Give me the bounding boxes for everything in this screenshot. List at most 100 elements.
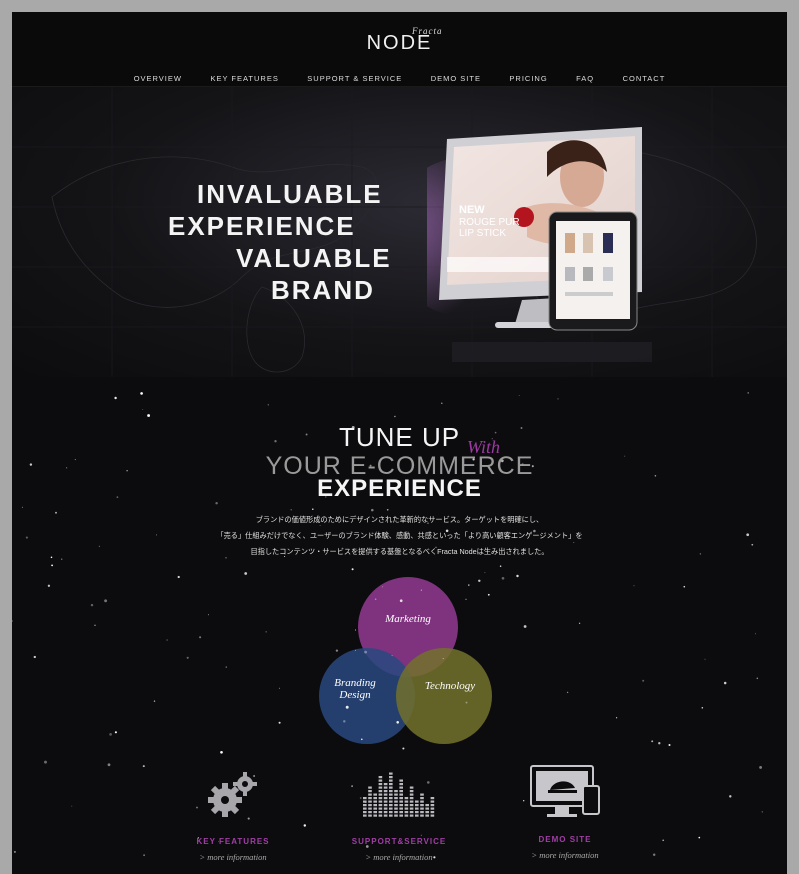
equalizer-segment (389, 797, 393, 800)
equalizer-segment (378, 804, 383, 807)
feature-key-features[interactable]: KEY FEATURES > more information (153, 770, 313, 862)
equalizer-segment (399, 786, 403, 789)
equalizer-segment (363, 811, 367, 814)
venn-label-marketing: Marketing (384, 613, 431, 625)
venn-label-branding-1: Branding (334, 677, 376, 689)
equalizer-segment (383, 793, 388, 796)
equalizer-segment (383, 811, 388, 814)
equalizer-segment (404, 811, 409, 814)
equalizer-segment (389, 807, 393, 810)
equalizer-segment (404, 797, 409, 800)
equalizer-segment (378, 797, 383, 800)
equalizer-segment (373, 793, 377, 796)
equalizer-segment (389, 811, 393, 814)
feature-demo-site[interactable]: DEMO SITE > more information (485, 762, 645, 860)
equalizer-segment (368, 811, 372, 814)
equalizer-segment (394, 793, 398, 796)
equalizer-segment (383, 807, 388, 810)
gears-icon (208, 772, 257, 817)
equalizer-segment (389, 779, 393, 782)
venn-label-branding-2: Design (338, 689, 371, 701)
equalizer-segment (409, 814, 414, 817)
equalizer-segment (415, 807, 419, 810)
equalizer-segment (378, 807, 383, 810)
feature-demo-site-more[interactable]: > more information (485, 850, 645, 860)
equalizer-segment (389, 776, 393, 779)
feature-support-service[interactable]: SUPPORT&SERVICE > more information (319, 767, 479, 862)
equalizer-segment (363, 800, 367, 803)
equalizer-segment (363, 807, 367, 810)
equalizer-segment (420, 811, 424, 814)
equalizer-segment (368, 793, 372, 796)
equalizer-segment (373, 800, 377, 803)
equalizer-segment (389, 814, 393, 817)
equalizer-segment (373, 811, 377, 814)
equalizer-segment (404, 814, 409, 817)
equalizer-segment (409, 807, 414, 810)
equalizer-segment (383, 797, 388, 800)
equalizer-segment (373, 807, 377, 810)
equalizer-segment (394, 800, 398, 803)
equalizer-segment (425, 807, 429, 810)
venn-technology (396, 648, 492, 744)
feature-support-service-more[interactable]: > more information (319, 852, 479, 862)
equalizer-segment (420, 797, 424, 800)
equalizer-segment (383, 783, 388, 786)
equalizer-segment (368, 807, 372, 810)
equalizer-segment (378, 811, 383, 814)
equalizer-segment (430, 804, 435, 807)
equalizer-segment (373, 797, 377, 800)
equalizer-segment (425, 804, 429, 807)
equalizer-segment (399, 814, 403, 817)
equalizer-segment (363, 804, 367, 807)
equalizer-segment (363, 814, 367, 817)
equalizer-segment (383, 804, 388, 807)
equalizer-segment (368, 814, 372, 817)
equalizer-segment (394, 804, 398, 807)
equalizer-segment (368, 797, 372, 800)
equalizer-segment (383, 800, 388, 803)
equalizer-segment (415, 811, 419, 814)
equalizer-segment (378, 786, 383, 789)
equalizer-segment (399, 779, 403, 782)
equalizer-segment (373, 814, 377, 817)
equalizer-segment (399, 790, 403, 793)
feature-key-features-more[interactable]: > more information (153, 852, 313, 862)
equalizer-segment (378, 779, 383, 782)
equalizer-segment (399, 797, 403, 800)
equalizer-segment (415, 814, 419, 817)
equalizer-segment (430, 807, 435, 810)
venn-diagram: Marketing Branding Design Technology (319, 577, 492, 744)
equalizer-segment (420, 807, 424, 810)
equalizer-segment (389, 786, 393, 789)
equalizer-segment (399, 804, 403, 807)
equalizer-segment (404, 804, 409, 807)
equalizer-segment (383, 786, 388, 789)
equalizer-segment (389, 804, 393, 807)
equalizer-segment (394, 807, 398, 810)
equalizer-segment (415, 800, 419, 803)
devices-icon (530, 765, 600, 817)
equalizer-segment (389, 772, 393, 775)
equalizer-segment (389, 800, 393, 803)
equalizer-segment (389, 790, 393, 793)
equalizer-segment (430, 811, 435, 814)
equalizer-icon (363, 772, 435, 817)
equalizer-segment (430, 797, 435, 800)
equalizer-segment (363, 797, 367, 800)
equalizer-segment (378, 790, 383, 793)
equalizer-segment (394, 814, 398, 817)
equalizer-segment (409, 804, 414, 807)
equalizer-segment (399, 807, 403, 810)
equalizer-segment (420, 800, 424, 803)
equalizer-segment (430, 800, 435, 803)
feature-demo-site-label: DEMO SITE (538, 835, 592, 844)
equalizer-segment (399, 793, 403, 796)
feature-key-features-label: KEY FEATURES (196, 837, 270, 846)
equalizer-segment (368, 804, 372, 807)
equalizer-segment (420, 814, 424, 817)
equalizer-segment (415, 804, 419, 807)
equalizer-segment (368, 790, 372, 793)
equalizer-segment (425, 814, 429, 817)
equalizer-segment (383, 814, 388, 817)
